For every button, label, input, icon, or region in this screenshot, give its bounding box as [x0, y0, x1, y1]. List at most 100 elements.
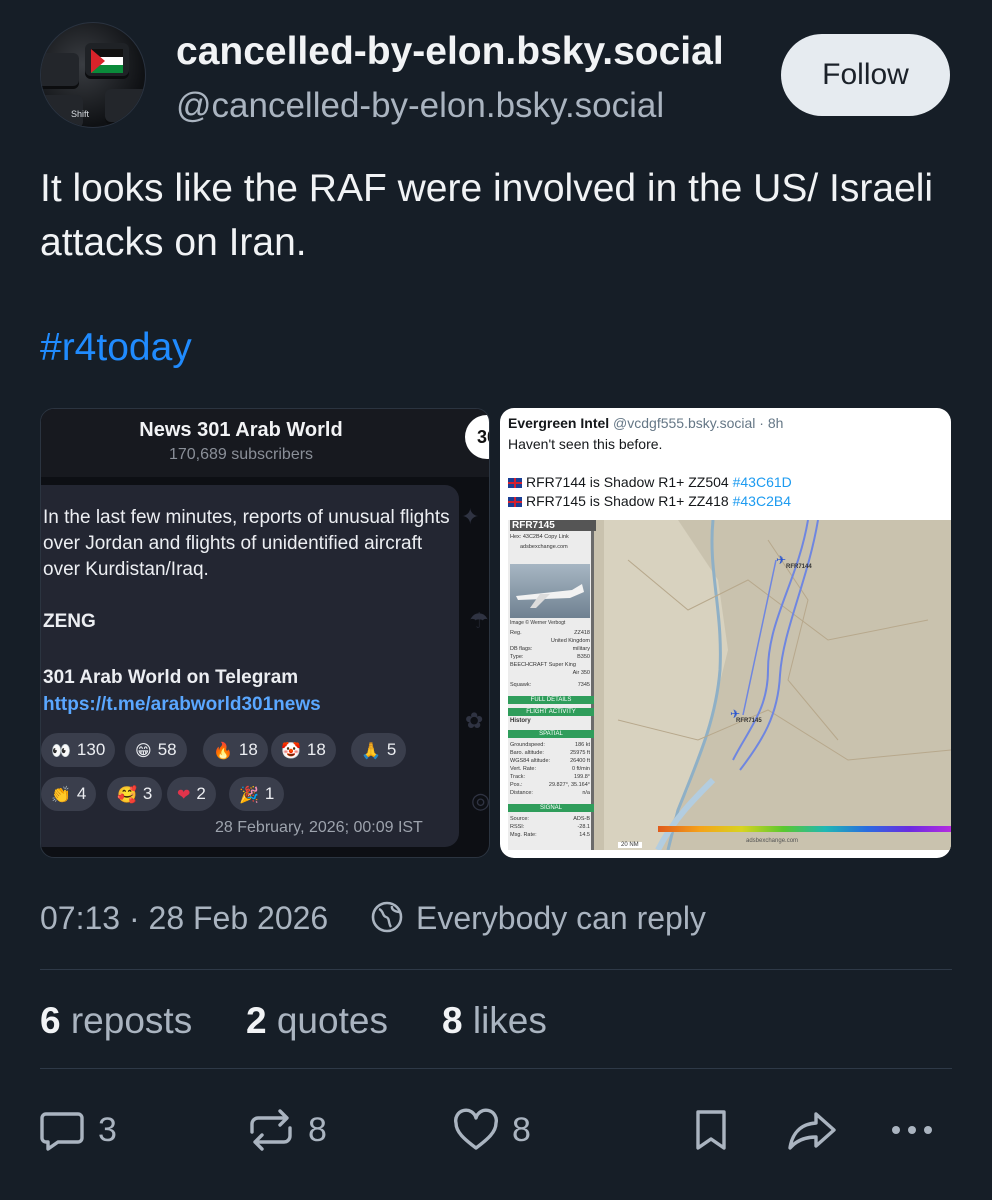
quoted-author-name: Evergreen Intel [508, 415, 610, 431]
telegram-date: 28 February, 2026; 00:09 IST [215, 819, 423, 836]
reply-icon [40, 1112, 84, 1151]
display-name[interactable]: cancelled-by-elon.bsky.social [176, 30, 796, 74]
share-icon [788, 1112, 836, 1150]
aircraft-photo [510, 564, 590, 618]
map-label-rfr7145: RFR7145 [736, 718, 762, 724]
telegram-subscribers: 170,689 subscribers [168, 446, 314, 463]
avatar-key-label: Shift [71, 109, 90, 119]
telegram-message-text: In the last few minutes, reports of unus… [43, 507, 450, 580]
bookmark-icon [696, 1110, 726, 1150]
adsb-field: Groundspeed: 186 kt [510, 742, 590, 748]
adsb-hex: Hex: 43C2B4 Copy Link [510, 534, 569, 540]
bookmark-button[interactable] [690, 1108, 732, 1152]
adsb-field: Msg. Rate: 14.5 [510, 832, 590, 838]
quoted-text-line1: Haven't seen this before. [508, 436, 663, 452]
follow-button[interactable]: Follow [781, 34, 950, 116]
adsb-spatial: SPATIAL [508, 730, 594, 738]
adsb-full-details: FULL DETAILS [508, 696, 594, 704]
adsb-field: Source: ADS-B [510, 816, 590, 822]
likes-stat[interactable]: 8 likes [442, 1000, 547, 1042]
smiling-hearts-icon: 🥰 [117, 784, 137, 804]
globe-icon [371, 901, 403, 933]
reply-count: 3 [98, 1110, 117, 1149]
quoted-text-line3: RFR7145 is Shadow R1+ ZZ418 #43C2B4 [508, 493, 791, 509]
adsb-field: United Kingdom [550, 638, 590, 644]
adsb-field: RSSI: -28.1 [510, 824, 590, 830]
adsb-field: Pos.: 29.827°, 35.164° [510, 782, 590, 788]
reaction-eyes: 👀 130 [41, 733, 116, 767]
telegram-channel-name: News 301 Arab World [139, 419, 343, 441]
adsb-field: Squawk: 7345 [510, 682, 590, 688]
adsb-field: Track: 199.8° [510, 774, 590, 780]
post-timestamp[interactable]: 07:13 · 28 Feb 2026 [40, 900, 328, 937]
adsb-map: ✈ ✈ RFR7144 RFR7145 20 NM adsbexchange.c… [508, 520, 951, 850]
repost-icon [250, 1109, 292, 1151]
map-credit: adsbexchange.com [746, 838, 799, 844]
telegram-signature: ZENG [43, 611, 96, 632]
telegram-channel-logo: 30 [465, 415, 489, 459]
reply-button[interactable]: 3 [38, 1108, 117, 1152]
reaction-clown: 🤡 18 [271, 733, 336, 767]
quoted-text-line2: RFR7144 is Shadow R1+ ZZ504 #43C61D [508, 474, 792, 490]
quoted-author: Evergreen Intel @vcdgf555.bsky.social · … [508, 415, 783, 431]
share-button[interactable] [786, 1108, 838, 1152]
fire-icon: 🔥 [213, 740, 233, 760]
heart-icon: ❤ [177, 784, 191, 804]
like-button[interactable]: 8 [452, 1108, 531, 1152]
post-image-adsb[interactable]: Evergreen Intel @vcdgf555.bsky.social · … [500, 408, 951, 858]
reply-setting: Everybody can reply [416, 900, 706, 936]
heart-icon [454, 1108, 498, 1150]
telegram-channel-line: 301 Arab World on Telegram [43, 667, 299, 688]
reaction-grin: 😁 58 [125, 733, 187, 767]
more-options-button[interactable] [888, 1108, 936, 1152]
adsb-field: Air 350 [572, 670, 590, 676]
uk-flag-icon [508, 478, 522, 488]
map-scale: 20 NM [618, 842, 642, 848]
adsb-info-panel: RFR7145 Hex: 43C2B4 Copy Link adsbexchan… [508, 520, 596, 850]
clap-icon: 👏 [51, 784, 71, 804]
divider [40, 1068, 952, 1069]
adsb-field: Baro. altitude: 25975 ft [510, 750, 590, 756]
telegram-header: News 301 Arab World 170,689 subscribers … [41, 409, 489, 477]
post-text: It looks like the RAF were involved in t… [40, 167, 934, 264]
adsb-photo-credit: Image © Werner Verbogt [510, 620, 566, 626]
clown-icon: 🤡 [281, 740, 301, 760]
svg-text:✈: ✈ [776, 553, 786, 567]
post-image-telegram[interactable]: ✦ ☂ ✿ ◎ News 301 Arab World 170,689 subs… [40, 408, 490, 858]
like-count: 8 [512, 1110, 531, 1149]
altitude-color-bar [658, 826, 951, 832]
adsb-callsign: RFR7145 [510, 520, 596, 531]
adsb-field: Distance: n/a [510, 790, 590, 796]
reaction-pray: 🙏 5 [351, 733, 407, 767]
telegram-link: https://t.me/arabworld301news [43, 694, 321, 715]
handle[interactable]: @cancelled-by-elon.bsky.social [176, 86, 664, 126]
adsb-field: DB flags: military [510, 646, 590, 652]
adsb-site: adsbexchange.com [520, 544, 568, 550]
adsb-history: History [510, 718, 531, 724]
aircraft-icon [516, 584, 584, 608]
reaction-love: 🥰 3 [107, 777, 163, 811]
reaction-clap: 👏 4 [41, 777, 97, 811]
party-icon: 🎉 [239, 784, 259, 804]
quoted-author-meta: @vcdgf555.bsky.social · 8h [613, 415, 784, 431]
reposts-stat[interactable]: 6 reposts [40, 1000, 192, 1042]
avatar[interactable]: Shift [40, 22, 146, 128]
adsb-field: Type: B350 [510, 654, 590, 660]
divider [40, 969, 952, 970]
adsb-flight-activity: FLIGHT ACTIVITY [508, 708, 594, 716]
reaction-fire: 🔥 18 [203, 733, 268, 767]
ellipsis-icon [892, 1126, 932, 1134]
map-label-rfr7144: RFR7144 [786, 564, 812, 570]
adsb-field: WGS84 altitude: 26400 ft [510, 758, 590, 764]
adsb-signal: SIGNAL [508, 804, 594, 812]
adsb-field: Vert. Rate: 0 ft/min [510, 766, 590, 772]
adsb-field: Reg. ZZ418 [510, 630, 590, 636]
hashtag-link[interactable]: #r4today [40, 326, 192, 370]
adsb-field: BEECHCRAFT Super King [510, 662, 576, 668]
reaction-party: 🎉 1 [229, 777, 285, 811]
repost-count: 8 [308, 1110, 327, 1149]
repost-button[interactable]: 8 [246, 1108, 327, 1152]
grin-icon: 😁 [135, 740, 152, 760]
uk-flag-icon [508, 497, 522, 507]
quotes-stat[interactable]: 2 quotes [246, 1000, 388, 1042]
